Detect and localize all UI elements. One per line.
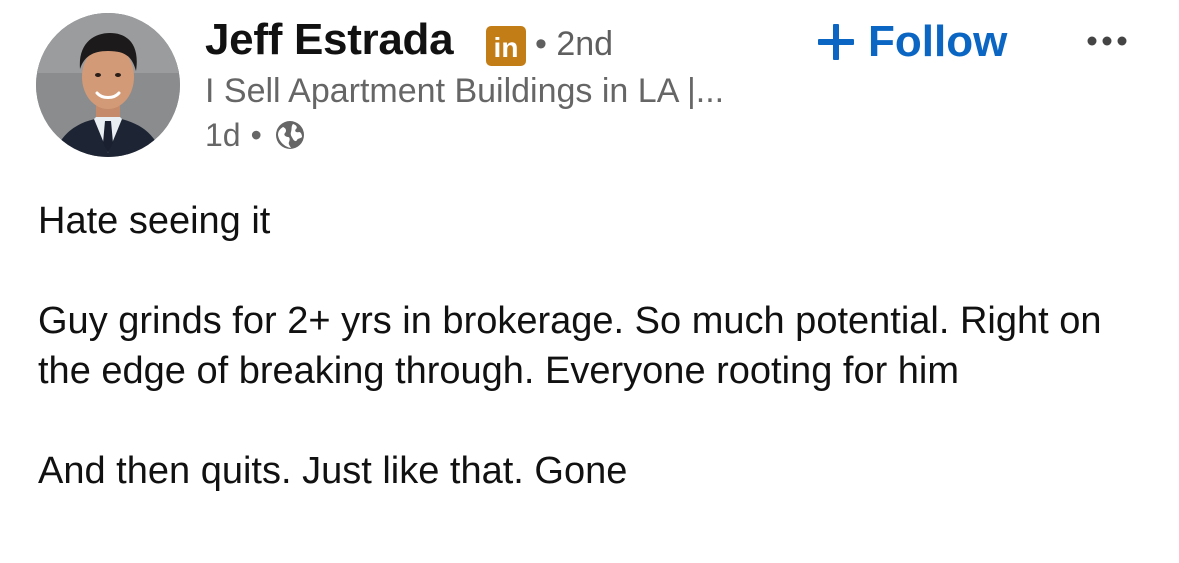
post-paragraph: Hate seeing it	[38, 200, 271, 242]
more-horizontal-icon	[1087, 36, 1127, 46]
author-headline: I Sell Apartment Buildings in LA |...	[205, 72, 725, 110]
post-body: Hate seeing it Guy grinds for 2+ yrs in …	[38, 196, 1148, 496]
premium-badge-text: in	[494, 32, 519, 63]
linkedin-post: Jeff Estrada in • 2nd I Sell Apartment B…	[0, 0, 1179, 563]
follow-label: Follow	[868, 17, 1008, 66]
connection-dot: •	[535, 25, 547, 63]
post-paragraph: Guy grinds for 2+ yrs in brokerage. So m…	[38, 300, 1102, 392]
author-name[interactable]: Jeff Estrada	[205, 14, 454, 66]
follow-button[interactable]: Follow	[816, 14, 1007, 70]
globe-icon	[274, 119, 306, 151]
linkedin-premium-icon: in	[486, 26, 526, 66]
post-meta: 1d •	[205, 112, 306, 158]
plus-icon	[816, 22, 856, 62]
post-paragraph: And then quits. Just like that. Gone	[38, 450, 628, 492]
author-avatar[interactable]	[36, 13, 180, 157]
meta-separator: •	[250, 116, 262, 153]
person-avatar-icon	[36, 13, 180, 157]
post-time: 1d	[205, 116, 241, 153]
connection-degree-label: 2nd	[556, 25, 614, 63]
more-options-button[interactable]	[1082, 26, 1132, 56]
connection-degree: • 2nd	[535, 20, 613, 68]
